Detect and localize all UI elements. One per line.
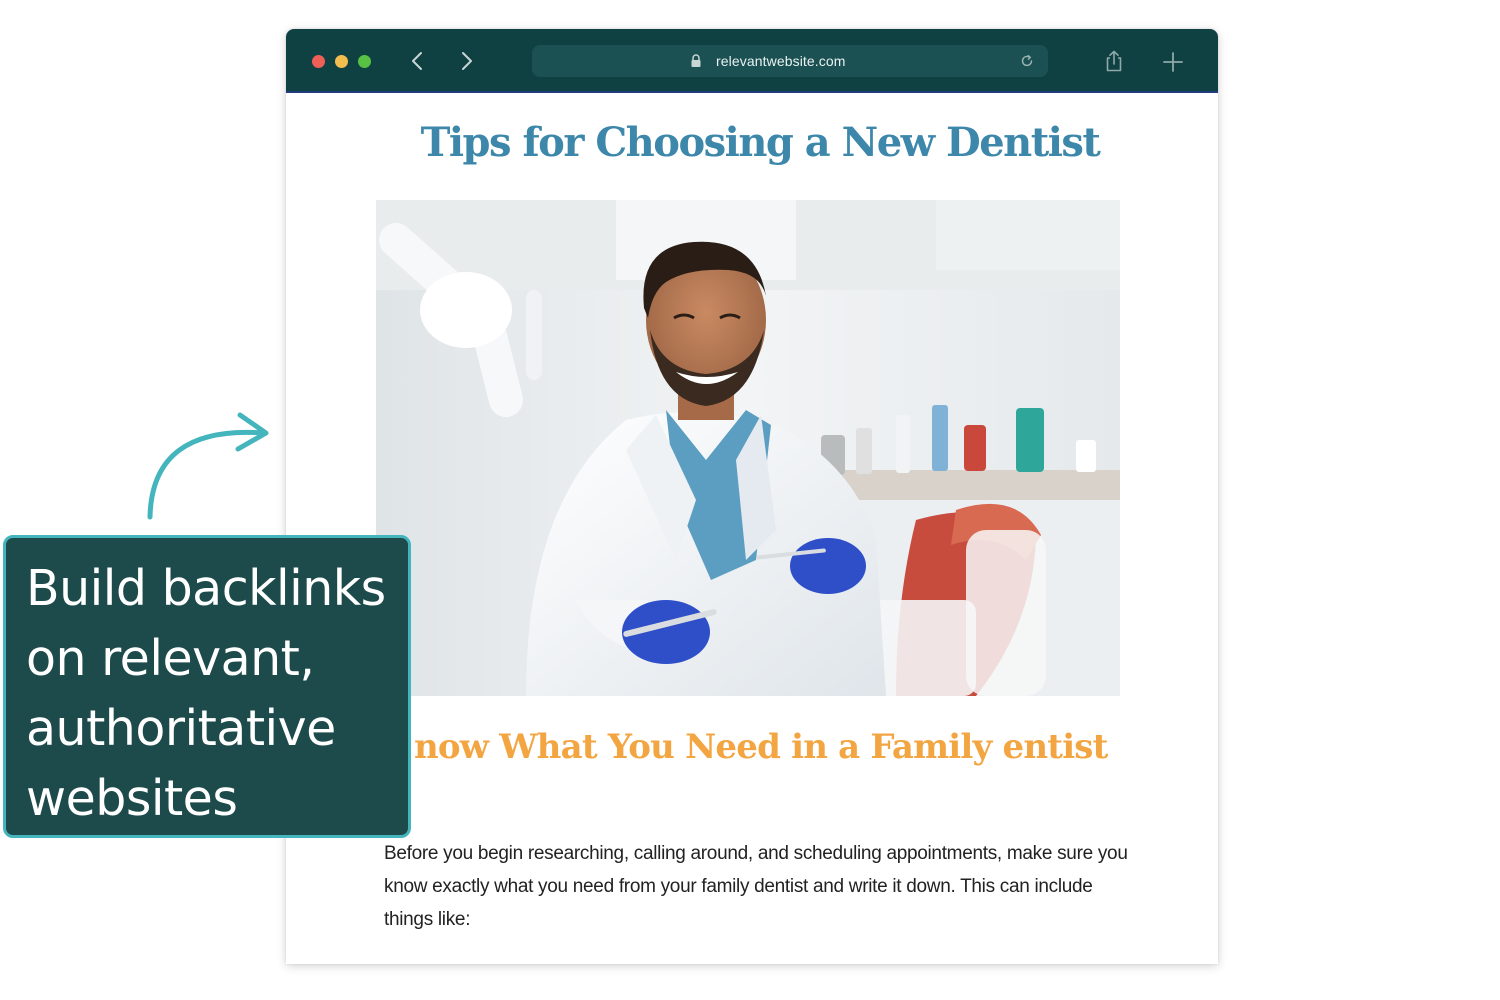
plus-icon[interactable] [1162, 51, 1184, 73]
article-body-text: Before you begin researching, calling ar… [384, 843, 1128, 930]
lock-icon [691, 54, 701, 67]
browser-window: relevantwebsite.com Tips for Choosing a … [286, 29, 1218, 964]
dentist-photo [376, 200, 1120, 696]
page-title: Tips for Choosing a New Dentist [420, 119, 1101, 166]
browser-toolbar: relevantwebsite.com [286, 29, 1218, 93]
minimize-window-button[interactable] [335, 55, 348, 68]
section-heading: now What You Need in a Family entist [414, 727, 1108, 767]
callout-box: Build backlinks on relevant, authoritati… [3, 535, 411, 838]
callout-text: Build backlinks on relevant, authoritati… [26, 560, 386, 827]
maximize-window-button[interactable] [358, 55, 371, 68]
address-bar[interactable]: relevantwebsite.com [532, 45, 1048, 77]
close-window-button[interactable] [312, 55, 325, 68]
reload-icon[interactable] [1020, 54, 1034, 68]
url-text: relevantwebsite.com [716, 53, 846, 69]
chevron-right-icon[interactable] [454, 49, 478, 73]
dentist-photo-illustration [376, 200, 1120, 696]
chevron-left-icon[interactable] [406, 49, 430, 73]
share-icon[interactable] [1104, 50, 1124, 72]
curved-arrow-icon [147, 412, 269, 520]
